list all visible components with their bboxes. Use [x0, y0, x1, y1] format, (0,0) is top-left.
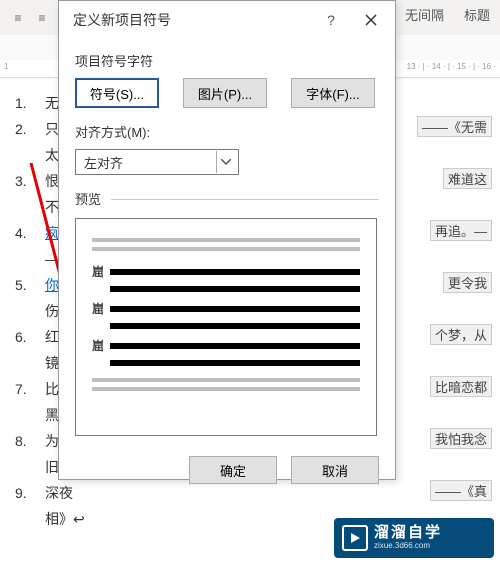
ruler-right: 13 · | · 14 · | · 15 · | · 16 · — [407, 62, 496, 71]
alignment-value: 左对齐 — [84, 153, 216, 172]
cancel-button[interactable]: 取消 — [291, 456, 379, 484]
preview-label: 预览 — [75, 189, 379, 208]
ruler-left: 1 — [4, 62, 8, 71]
style-no-spacing[interactable]: 无间隔 — [405, 5, 444, 24]
play-icon — [342, 525, 368, 551]
ok-button[interactable]: 确定 — [189, 456, 277, 484]
dialog-titlebar: 定义新项目符号 ? — [59, 1, 395, 39]
bullet-char-label: 项目符号字符 — [75, 51, 379, 70]
doc-fragment: 更令我 — [443, 272, 492, 293]
bullet-preview-char: 崫 — [92, 300, 110, 317]
doc-fragment: 我怕我念 — [430, 428, 492, 449]
bullet-preview-char: 崫 — [92, 263, 110, 280]
doc-fragment: 比暗恋都 — [430, 376, 492, 397]
watermark-brand: 溜溜自学 — [374, 525, 442, 542]
picture-button[interactable]: 图片(P)... — [183, 78, 267, 108]
watermark-url: zixue.3d66.com — [374, 542, 442, 551]
align-left-icon[interactable]: ≡ — [8, 8, 28, 28]
define-bullet-dialog: 定义新项目符号 ? 项目符号字符 符号(S)... 图片(P)... 字体(F)… — [58, 0, 396, 480]
align-center-icon[interactable]: ≡ — [32, 8, 52, 28]
symbol-button[interactable]: 符号(S)... — [75, 78, 159, 108]
style-heading[interactable]: 标题 — [464, 5, 490, 24]
bullet-preview-char: 崫 — [92, 337, 110, 354]
alignment-label: 对齐方式(M): — [75, 122, 379, 141]
doc-fragment: ——《真 — [430, 480, 492, 501]
close-icon — [365, 14, 377, 26]
close-button[interactable] — [351, 4, 391, 36]
dialog-title: 定义新项目符号 — [73, 10, 311, 30]
help-button[interactable]: ? — [311, 4, 351, 36]
doc-fragment: 难道这 — [443, 168, 492, 189]
doc-fragment: 再追。— — [430, 220, 492, 241]
preview-box: 崫 崫 崫 — [75, 218, 377, 436]
doc-fragment: ——《无需 — [417, 116, 492, 137]
doc-fragment: 个梦，从 — [430, 324, 492, 345]
watermark: 溜溜自学 zixue.3d66.com — [334, 518, 494, 558]
font-button[interactable]: 字体(F)... — [291, 78, 375, 108]
chevron-down-icon — [216, 151, 234, 173]
alignment-combo[interactable]: 左对齐 — [75, 149, 239, 175]
